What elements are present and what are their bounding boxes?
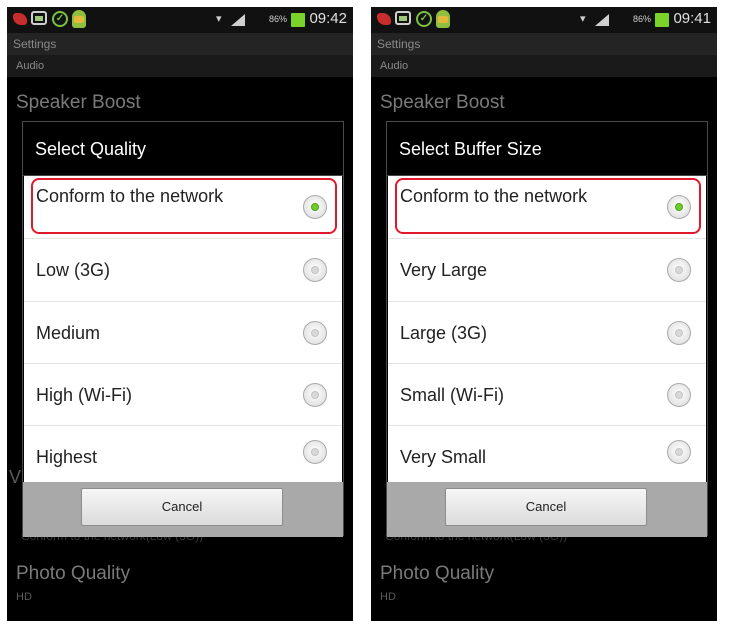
cancel-button[interactable]: Cancel (81, 488, 283, 526)
cancel-button[interactable]: Cancel (445, 488, 647, 526)
wifi-icon: ▾ (580, 13, 586, 25)
battery-icon (291, 13, 305, 27)
option-label: Conform to the network (400, 186, 588, 206)
setting-photo-quality-value: HD (380, 591, 396, 603)
radio-unselected-icon[interactable] (303, 321, 327, 345)
clock: 09:42 (309, 10, 347, 27)
radio-unselected-icon[interactable] (303, 383, 327, 407)
setting-obscured-title: V (9, 467, 22, 487)
option-label: Small (Wi-Fi) (400, 385, 504, 405)
radio-unselected-icon[interactable] (303, 258, 327, 282)
section-header-audio: Audio (371, 55, 717, 77)
app-notification-icon (13, 13, 27, 25)
battery-icon (655, 13, 669, 27)
option-small-wifi[interactable]: Small (Wi-Fi) (388, 364, 706, 426)
gallery-icon (31, 11, 47, 25)
app-bar-title: Settings (7, 33, 353, 55)
option-conform-to-network[interactable]: Conform to the network (24, 176, 342, 239)
wifi-icon: ▾ (216, 13, 222, 25)
status-bar: ✓ ▾ 86% 09:42 (7, 7, 353, 33)
app-notification-icon (377, 13, 391, 25)
radio-unselected-icon[interactable] (667, 383, 691, 407)
sync-check-icon: ✓ (52, 11, 68, 27)
setting-photo-quality: Photo Quality (380, 563, 495, 584)
setting-speaker-boost: Speaker Boost (16, 92, 141, 113)
radio-selected-icon[interactable] (667, 195, 691, 219)
option-label: Highest (36, 447, 98, 467)
option-label: Very Large (400, 260, 488, 280)
gallery-icon (395, 11, 411, 25)
android-icon (436, 10, 450, 28)
battery-percent: 86% (632, 14, 651, 24)
option-label: Large (3G) (400, 323, 488, 343)
radio-selected-icon[interactable] (303, 195, 327, 219)
signal-icon (231, 14, 245, 26)
section-header-audio: Audio (7, 55, 353, 77)
option-label: Medium (36, 323, 101, 343)
option-low-3g[interactable]: Low (3G) (24, 239, 342, 302)
battery-percent: 86% (268, 14, 287, 24)
option-label: Low (3G) (36, 260, 111, 280)
status-bar: ✓ ▾ 86% 09:41 (371, 7, 717, 33)
option-very-large[interactable]: Very Large (388, 239, 706, 302)
option-highest[interactable]: Highest (24, 426, 342, 482)
setting-photo-quality-value: HD (16, 591, 32, 603)
option-conform-to-network[interactable]: Conform to the network (388, 176, 706, 239)
android-icon (72, 10, 86, 28)
setting-photo-quality: Photo Quality (16, 563, 131, 584)
setting-speaker-boost: Speaker Boost (380, 92, 505, 113)
radio-unselected-icon[interactable] (667, 258, 691, 282)
option-label: High (Wi-Fi) (36, 385, 132, 405)
option-very-small[interactable]: Very Small (388, 426, 706, 482)
select-quality-dialog: Select Quality Conform to the network Lo… (22, 121, 344, 537)
option-medium[interactable]: Medium (24, 302, 342, 364)
phone-screen-quality: ✓ ▾ 86% 09:42 Settings Audio Speaker Boo… (7, 7, 353, 621)
clock: 09:41 (673, 10, 711, 27)
dialog-footer: Cancel (23, 482, 343, 537)
dialog-footer: Cancel (387, 482, 707, 537)
radio-unselected-icon[interactable] (667, 440, 691, 464)
option-large-3g[interactable]: Large (3G) (388, 302, 706, 364)
sync-check-icon: ✓ (416, 11, 432, 27)
signal-icon (595, 14, 609, 26)
option-label: Conform to the network (36, 186, 224, 206)
select-buffer-size-dialog: Select Buffer Size Conform to the networ… (386, 121, 708, 537)
radio-unselected-icon[interactable] (303, 440, 327, 464)
app-bar-title: Settings (371, 33, 717, 55)
option-label: Very Small (400, 447, 487, 467)
dialog-title: Select Quality (23, 122, 343, 176)
phone-screen-buffer-size: ✓ ▾ 86% 09:41 Settings Audio Speaker Boo… (371, 7, 717, 621)
dialog-title: Select Buffer Size (387, 122, 707, 176)
radio-unselected-icon[interactable] (667, 321, 691, 345)
option-list: Conform to the network Low (3G) Medium H… (24, 176, 342, 482)
option-high-wifi[interactable]: High (Wi-Fi) (24, 364, 342, 426)
option-list: Conform to the network Very Large Large … (388, 176, 706, 482)
